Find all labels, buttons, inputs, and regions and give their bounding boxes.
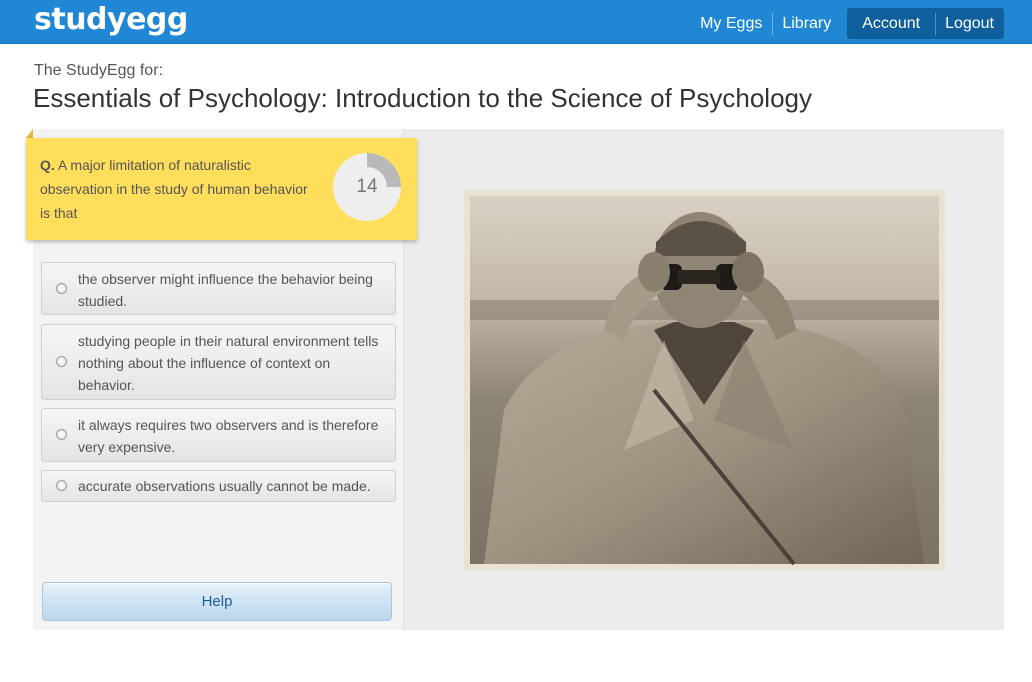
nav-account[interactable]: Account [847, 8, 936, 39]
answer-text: it always requires two observers and is … [78, 417, 379, 455]
nav-logout[interactable]: Logout [935, 8, 1004, 39]
top-bar: studyegg My Eggs Library Account Logout [0, 0, 1032, 44]
nav-library[interactable]: Library [772, 8, 841, 39]
radio-icon[interactable] [56, 283, 67, 294]
main-nav: My Eggs Library Account Logout [690, 8, 1004, 39]
answer-text: the observer might influence the behavio… [78, 271, 373, 309]
countdown-timer: 14 [332, 152, 402, 222]
answer-option-2[interactable]: studying people in their natural environ… [41, 324, 396, 400]
radio-icon[interactable] [56, 356, 67, 367]
question-text: Q. A major limitation of naturalistic ob… [40, 153, 310, 225]
card-fold-corner [26, 129, 33, 138]
radio-icon[interactable] [56, 480, 67, 491]
page-subtitle: The StudyEgg for: [34, 62, 163, 79]
question-prefix: Q. [40, 157, 55, 173]
timer-value: 14 [356, 176, 378, 197]
radio-icon[interactable] [56, 429, 67, 440]
question-photo [464, 190, 945, 570]
answer-option-1[interactable]: the observer might influence the behavio… [41, 262, 396, 315]
answer-text: studying people in their natural environ… [78, 333, 379, 393]
question-card: Q. A major limitation of naturalistic ob… [26, 138, 417, 240]
help-button[interactable]: Help [42, 582, 392, 621]
question-body: A major limitation of naturalistic obser… [40, 157, 308, 221]
studyegg-logo[interactable]: studyegg [34, 2, 188, 37]
answer-text: accurate observations usually cannot be … [78, 478, 371, 494]
page-title: Essentials of Psychology: Introduction t… [33, 83, 812, 113]
answer-option-3[interactable]: it always requires two observers and is … [41, 408, 396, 462]
nav-my-eggs[interactable]: My Eggs [690, 8, 772, 39]
answer-option-4[interactable]: accurate observations usually cannot be … [41, 470, 396, 502]
